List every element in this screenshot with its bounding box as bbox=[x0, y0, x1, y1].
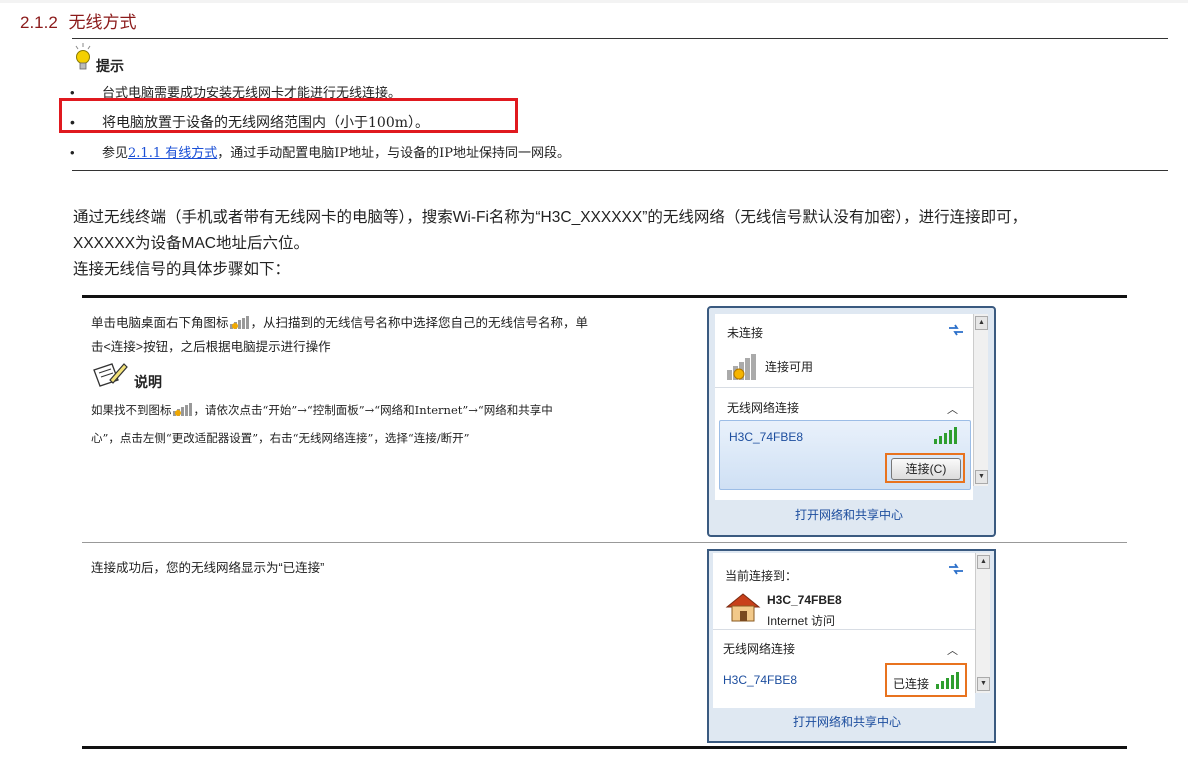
note-pencil-icon bbox=[93, 363, 128, 387]
step1-text-part: ，从扫描到的无线信号名称中选择您自己的无线信号名称，单 bbox=[250, 316, 589, 330]
bullet-dot: • bbox=[70, 145, 75, 160]
section-number: 2.1.2 bbox=[20, 13, 58, 32]
ssid-label: H3C_74FBE8 bbox=[729, 430, 804, 444]
intro-line: XXXXXX为设备MAC地址后六位。 bbox=[73, 235, 309, 252]
available-label: 连接可用 bbox=[765, 360, 814, 374]
note-text: 如果找不到图标 ，请依次点击“开始”→“控制面板”→“网络和Internet”→“… bbox=[91, 402, 553, 418]
step1-text-part: 单击电脑桌面右下角图标 bbox=[91, 316, 229, 330]
wifi-popup-disconnected: 未连接 连接可用 无线网络连接 ︿ H3C_74FBE8 连接(C) ▲ ▼ 打… bbox=[707, 306, 996, 537]
tip-title: 提示 bbox=[96, 59, 124, 75]
table-row-divider bbox=[82, 542, 1127, 543]
scroll-up-icon[interactable]: ▲ bbox=[975, 316, 988, 330]
signal-strength-icon bbox=[934, 427, 957, 444]
ssid-label[interactable]: H3C_74FBE8 bbox=[723, 673, 797, 687]
note-text-part: 如果找不到图标 bbox=[91, 403, 172, 417]
scroll-up-icon[interactable]: ▲ bbox=[977, 555, 990, 569]
chevron-up-icon[interactable]: ︿ bbox=[947, 401, 958, 417]
note-title: 说明 bbox=[134, 375, 162, 391]
tip-bullet-prefix: 参见 bbox=[102, 146, 129, 161]
status-label: 未连接 bbox=[727, 326, 764, 340]
scroll-down-icon[interactable]: ▼ bbox=[975, 470, 988, 484]
current-connection-label: 当前连接到： bbox=[725, 569, 798, 583]
chevron-up-icon[interactable]: ︿ bbox=[947, 642, 958, 658]
section-title: 无线方式 bbox=[68, 13, 137, 32]
scrollbar[interactable]: ▲ ▼ bbox=[973, 314, 988, 486]
signal-available-icon bbox=[727, 354, 756, 380]
section-label: 无线网络连接 bbox=[723, 642, 796, 656]
highlight-box bbox=[59, 98, 518, 133]
heading-rule bbox=[72, 38, 1168, 39]
note-text-part: ，请依次点击“开始”→“控制面板”→“网络和Internet”→“网络和共享中 bbox=[193, 403, 553, 417]
lightbulb-icon bbox=[75, 43, 91, 70]
step1-text: 击<连接>按钮，之后根据电脑提示进行操作 bbox=[91, 340, 331, 354]
table-top-rule bbox=[82, 295, 1127, 298]
house-icon bbox=[725, 593, 761, 622]
wifi-popup-connected: 当前连接到： H3C_74FBE8 Internet 访问 无线网络连接 ︿ H… bbox=[707, 549, 996, 743]
note-text: 心”，点击左侧“更改适配器设置”，右击“无线网络连接”，选择“连接/断开” bbox=[91, 431, 470, 445]
wired-method-link[interactable]: 2.1.1 有线方式 bbox=[128, 146, 217, 161]
top-bar bbox=[0, 0, 1188, 3]
section-heading: 2.1.2 无线方式 bbox=[20, 8, 137, 33]
tip-bullet: • 参见2.1.1 有线方式，通过手动配置电脑IP地址，与设备的IP地址保持同一网… bbox=[70, 142, 570, 161]
signal-strength-icon bbox=[936, 672, 959, 689]
tip-bottom-rule bbox=[72, 170, 1168, 171]
network-center-link[interactable]: 打开网络和共享中心 bbox=[793, 713, 901, 730]
connected-status: 已连接 bbox=[893, 677, 930, 691]
refresh-icon[interactable] bbox=[947, 561, 965, 577]
access-label: Internet 访问 bbox=[767, 614, 836, 628]
step2-text: 连接成功后，您的无线网络显示为“已连接” bbox=[91, 561, 325, 575]
signal-tray-icon bbox=[172, 403, 192, 416]
signal-tray-icon bbox=[229, 316, 249, 329]
refresh-icon[interactable] bbox=[947, 322, 965, 338]
table-bottom-rule bbox=[82, 746, 1127, 749]
tip-bullet-suffix: ，通过手动配置电脑IP地址，与设备的IP地址保持同一网段。 bbox=[217, 146, 570, 161]
intro-line: 通过无线终端（手机或者带有无线网卡的电脑等），搜索Wi-Fi名称为“H3C_XX… bbox=[73, 209, 1028, 226]
step1-text: 单击电脑桌面右下角图标 ，从扫描到的无线信号名称中选择您自己的无线信号名称，单 bbox=[91, 312, 588, 331]
intro-line: 连接无线信号的具体步骤如下： bbox=[73, 261, 291, 278]
connect-button[interactable]: 连接(C) bbox=[891, 458, 961, 480]
network-name: H3C_74FBE8 bbox=[767, 593, 842, 607]
scroll-down-icon[interactable]: ▼ bbox=[977, 677, 990, 691]
scrollbar[interactable]: ▲ ▼ bbox=[975, 553, 990, 693]
network-center-link[interactable]: 打开网络和共享中心 bbox=[795, 506, 903, 523]
section-label: 无线网络连接 bbox=[727, 401, 800, 415]
